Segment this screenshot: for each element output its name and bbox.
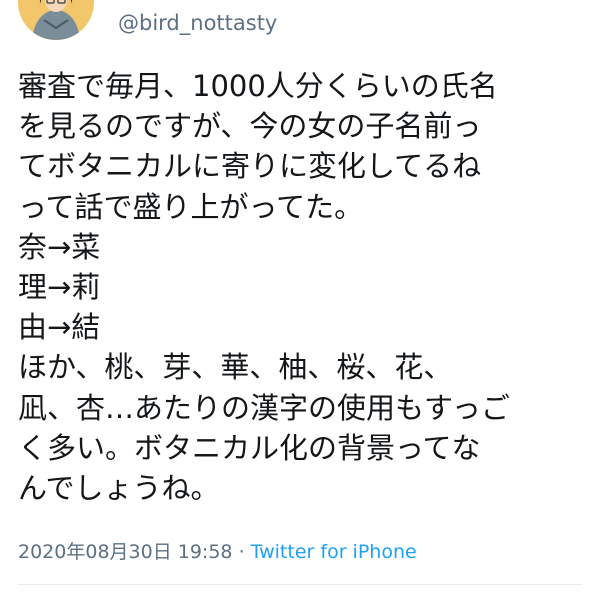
user-handle[interactable]: @bird_nottasty bbox=[118, 10, 277, 36]
tweet-text-line: って話で盛り上がってた。 bbox=[18, 189, 364, 224]
tweet-text-line: 審査で毎月、1000人分くらいの氏名 bbox=[18, 69, 498, 103]
tweet-meta: 2020年08月30日 19:58 · Twitter for iPhone bbox=[18, 539, 417, 565]
meta-separator: · bbox=[238, 541, 245, 563]
tweet-text-line: 由→結 bbox=[18, 310, 101, 345]
tweet-text-line: 奈→菜 bbox=[18, 229, 101, 264]
tweet-text-line: く多い。ボタニカル化の背景ってな bbox=[18, 430, 481, 465]
user-avatar-icon bbox=[18, 0, 94, 40]
tweet-source-link[interactable]: Twitter for iPhone bbox=[251, 541, 417, 563]
tweet-text-line: 凪、杏…あたりの漢字の使用もすっご bbox=[18, 390, 510, 425]
tweet-text-line: ほか、桃、芽、華、柚、桜、花、 bbox=[18, 350, 453, 385]
user-avatar[interactable] bbox=[18, 0, 94, 40]
tweet-timestamp[interactable]: 2020年08月30日 19:58 bbox=[18, 541, 233, 563]
divider bbox=[18, 584, 582, 585]
tweet-text: 審査で毎月、1000人分くらいの氏名 を見るのですが、今の女の子名前っ てボタニ… bbox=[18, 66, 582, 508]
tweet-text-line: んでしょうね。 bbox=[18, 471, 220, 506]
tweet-text-line: てボタニカルに寄りに変化してるね bbox=[18, 149, 482, 184]
tweet-text-line: 理→莉 bbox=[18, 270, 101, 305]
tweet-text-line: を見るのですが、今の女の子名前っ bbox=[18, 109, 482, 144]
